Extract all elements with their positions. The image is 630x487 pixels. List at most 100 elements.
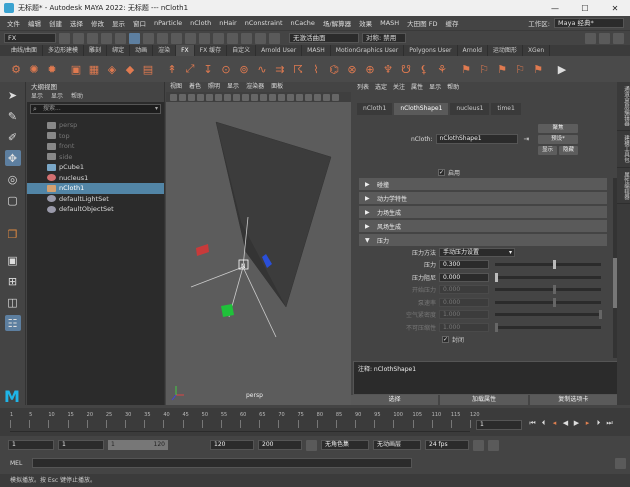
play-forward-icon[interactable]: ▶ [572,416,581,430]
outliner-menu-display[interactable]: 显示 [31,92,43,102]
menu-fields-solvers[interactable]: 场/解算器 [319,18,355,28]
shirt2-icon[interactable]: ⚐ [476,61,492,77]
select-tool-icon[interactable]: ➤ [5,87,21,103]
shelf-tab-fx[interactable]: FX [176,45,195,56]
step-forward-frame-icon[interactable]: ▸ [583,416,592,430]
menuset-select[interactable]: FX [4,33,56,43]
snap-grid-icon[interactable] [171,32,182,44]
fluid-box-icon[interactable]: ▣ [68,61,84,77]
seal-row[interactable]: ✓ 封闭 [359,334,607,347]
shadows-icon[interactable] [296,93,303,101]
outliner-item-defaultobjectset[interactable]: defaultObjectSet [27,204,164,215]
rotate-manip-red[interactable] [196,244,209,256]
field-chart-icon[interactable] [242,93,249,101]
grid-icon[interactable] [206,93,213,101]
outliner-menu-help[interactable]: 帮助 [71,92,83,102]
menu-effects[interactable]: 效果 [355,18,376,28]
range-slider[interactable]: 1 120 [108,440,168,450]
enable-checkbox[interactable]: ✓ [438,169,445,176]
shelf-tab-rigging[interactable]: 绑定 [107,45,131,56]
menu-nhair[interactable]: nHair [215,19,240,27]
menu-windows[interactable]: 窗口 [129,18,150,28]
outliner-item-persp[interactable]: persp [27,120,164,131]
viewport-menu-show[interactable]: 显示 [227,82,239,92]
lights-icon[interactable] [287,93,294,101]
render-icon[interactable] [241,32,252,44]
viewport-menu-panels[interactable]: 面板 [271,82,283,92]
side-tab-attribute-editor[interactable]: 属性编辑器 [617,168,630,205]
menu-nconstraint[interactable]: nConstraint [241,19,287,27]
attr-menu-selected[interactable]: 选定 [375,82,387,93]
shelf-tab-motiongraphics-user[interactable]: MotionGraphics User [331,45,405,56]
bifrost-icon[interactable]: ▤ [140,61,156,77]
symmetry-select[interactable]: 对称: 禁用 [362,33,406,43]
viewport-menu-lighting[interactable]: 照明 [208,82,220,92]
step-back-frame-icon[interactable]: ◂ [550,416,559,430]
render-settings-icon[interactable] [269,32,280,44]
lock-icon[interactable] [306,439,317,451]
section-wind-field-generation[interactable]: ▶ 风场生成 [359,220,607,232]
slider-knob[interactable] [553,260,557,270]
ncloth-create-icon[interactable]: ⌇ [308,61,324,77]
shelf-tab-animation[interactable]: 动画 [130,45,154,56]
nparticle-icon[interactable]: ✹ [44,61,60,77]
step-forward-key-icon[interactable]: ⏵ [594,416,603,430]
shirt-icon[interactable]: ⚑ [458,61,474,77]
fd-icon[interactable]: ⚘ [434,61,450,77]
minimize-button[interactable]: — [540,0,570,16]
settings-gear-icon[interactable]: ⚙ [8,61,24,77]
character-set-select[interactable]: 无角色集 [321,440,369,450]
outliner-item-side[interactable]: side [27,152,164,163]
aa-icon[interactable] [314,93,321,101]
texture-icon[interactable] [278,93,285,101]
pressure-slider[interactable] [495,260,601,270]
shelf-tab-mash[interactable]: MASH [302,45,331,56]
toggle-panel-icon[interactable] [599,32,610,44]
select-object-icon[interactable] [143,32,154,44]
notes-area[interactable]: 注释: nClothShape1 [353,361,619,395]
nhair-dynamic-icon[interactable]: ☋ [398,61,414,77]
section-collisions[interactable]: ▶ 碰撞 [359,178,607,190]
toggle-attr-icon[interactable] [613,32,624,44]
play-backward-icon[interactable]: ◀ [561,416,570,430]
tab-nclothshape1[interactable]: nClothShape1 [394,103,449,115]
snap-surface-icon[interactable] [213,32,224,44]
outliner-menu-show[interactable]: 显示 [51,92,63,102]
shelf-tab-poly[interactable]: 多边形建模 [43,45,85,56]
select-button[interactable]: 选择 [351,395,439,405]
outliner-item-pcube1[interactable]: pCube1 [27,162,164,173]
menu-ncloth[interactable]: nCloth [186,19,215,27]
attr-menu-help[interactable]: 帮助 [447,82,459,93]
pressure-damping-field[interactable]: 0.000 [439,272,489,282]
two-view-icon[interactable]: ◫ [5,294,21,310]
outliner-search-input[interactable]: ⌕ 搜索... ▾ [30,104,161,114]
gate-mask-icon[interactable] [233,93,240,101]
fps-select[interactable]: 24 fps [425,440,469,450]
attr-menu-list[interactable]: 列表 [357,82,369,93]
nhair-icon[interactable]: ♆ [380,61,396,77]
move-tool-icon[interactable]: ✥ [4,150,21,166]
command-input[interactable] [32,458,413,468]
load-attributes-button[interactable]: 加载属性 [440,395,528,405]
render-view-icon[interactable]: ❐ [5,226,21,242]
ncache-icon[interactable]: ⊕ [362,61,378,77]
safe-action-icon[interactable] [251,93,258,101]
go-to-input-icon[interactable]: ⇥ [524,135,530,143]
viewport-menu-shading[interactable]: 着色 [189,82,201,92]
section-pressure[interactable]: ▼ 压力 [359,234,607,246]
shelf-tab-motion-graphics[interactable]: 运动图形 [488,45,523,56]
auto-key-icon[interactable] [473,439,484,451]
field-air-icon[interactable]: ↟ [164,61,180,77]
slider-knob[interactable] [495,272,498,282]
isolate-icon[interactable] [323,93,330,101]
shelf-tab-rendering[interactable]: 渲染 [153,45,177,56]
shelf-tab-arnold-user[interactable]: Arnold User [256,45,303,56]
menu-file[interactable]: 文件 [3,18,24,28]
paint-select-icon[interactable]: ✐ [5,129,21,145]
field-newton-icon[interactable]: ⊙ [218,61,234,77]
open-scene-icon[interactable] [73,32,84,44]
pressure-damping-slider[interactable] [495,272,601,282]
outliner-item-top[interactable]: top [27,131,164,142]
section-dynamic-properties[interactable]: ▶ 动力学特性 [359,192,607,204]
playblast-icon[interactable]: ▶ [554,61,570,77]
